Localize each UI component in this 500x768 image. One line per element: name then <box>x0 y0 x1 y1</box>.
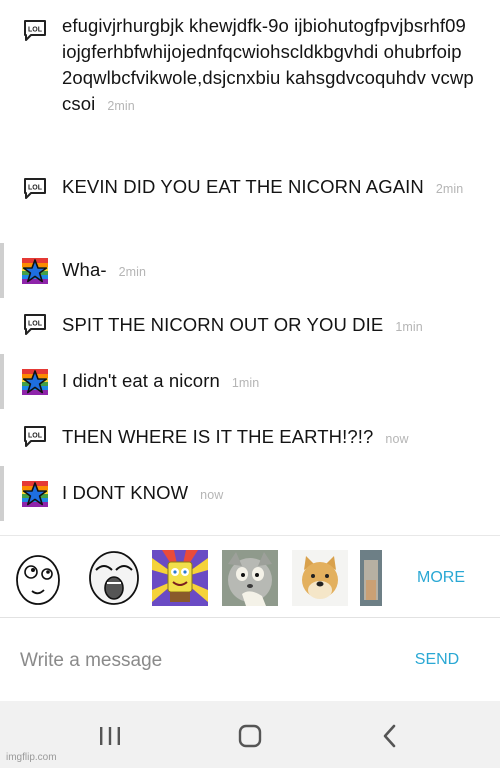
send-button[interactable]: SEND <box>404 648 470 672</box>
chat-message: LOL efugivjrhurgbjk khewjdfk-9o ijbiohut… <box>0 8 500 150</box>
message-text: SPIT THE NICORN OUT OR YOU DIE <box>62 314 384 335</box>
lol-rage-face-sticker[interactable] <box>86 550 142 606</box>
rainbow-star-icon <box>22 258 48 284</box>
chat-message: LOL THEN WHERE IS IT THE EARTH!?!? now <box>0 418 500 458</box>
back-icon[interactable] <box>375 721 405 751</box>
lol-speech-bubble-icon: LOL <box>24 20 46 41</box>
partial-meme-sticker[interactable] <box>360 550 382 606</box>
message-timestamp: now <box>200 488 224 502</box>
chat-message-list: LOL efugivjrhurgbjk khewjdfk-9o ijbiohut… <box>0 0 500 522</box>
message-timestamp: 2min <box>107 99 135 113</box>
message-body: THEN WHERE IS IT THE EARTH!?!? now <box>62 424 484 452</box>
derp-rage-face-sticker[interactable] <box>10 550 66 606</box>
lol-speech-bubble-icon: LOL <box>24 314 46 335</box>
lol-speech-bubble-icon: LOL <box>24 178 46 199</box>
imagination-spongebob-sticker[interactable] <box>152 550 208 606</box>
message-body: I DONT KNOW now <box>62 480 484 508</box>
chat-message: I DONT KNOW now <box>0 466 500 521</box>
imgflip-watermark: imgflip.com <box>6 752 57 763</box>
doge-sticker[interactable] <box>292 550 348 606</box>
message-body: Wha- 2min <box>62 257 484 285</box>
chat-message: Wha- 2min <box>0 243 500 298</box>
chat-message: I didn't eat a nicorn 1min <box>0 354 500 409</box>
message-timestamp: 2min <box>118 265 147 279</box>
message-composer: SEND <box>0 617 500 701</box>
message-text: Wha- <box>62 259 107 280</box>
recent-apps-icon[interactable] <box>95 721 125 751</box>
message-timestamp: 1min <box>231 376 260 390</box>
message-text: I didn't eat a nicorn <box>62 370 220 391</box>
message-timestamp: 1min <box>395 320 423 334</box>
chat-message: LOL SPIT THE NICORN OUT OR YOU DIE 1min <box>0 306 500 346</box>
message-body: I didn't eat a nicorn 1min <box>62 368 484 396</box>
message-text: THEN WHERE IS IT THE EARTH!?!? <box>62 426 374 447</box>
more-stickers-button[interactable]: MORE <box>402 566 480 590</box>
message-input[interactable] <box>20 646 360 676</box>
message-timestamp: now <box>385 432 409 446</box>
rainbow-star-icon <box>22 369 48 395</box>
lol-speech-bubble-icon: LOL <box>24 426 46 447</box>
message-timestamp: 2min <box>435 182 464 196</box>
svg-text:LOL: LOL <box>28 27 43 34</box>
android-navigation-bar <box>0 701 500 768</box>
message-text: KEVIN DID YOU EAT THE NICORN AGAIN <box>62 176 424 197</box>
svg-text:LOL: LOL <box>28 185 43 192</box>
message-body: SPIT THE NICORN OUT OR YOU DIE 1min <box>62 312 484 340</box>
svg-text:LOL: LOL <box>28 433 43 440</box>
rainbow-star-icon <box>22 481 48 507</box>
chat-message: LOL KEVIN DID YOU EAT THE NICORN AGAIN 2m… <box>0 170 500 232</box>
message-body: efugivjrhurgbjk khewjdfk-9o ijbiohutogfp… <box>62 13 484 119</box>
message-text: I DONT KNOW <box>62 482 189 503</box>
home-icon[interactable] <box>235 721 265 751</box>
svg-text:LOL: LOL <box>28 321 43 328</box>
unsettled-tom-sticker[interactable] <box>222 550 278 606</box>
message-body: KEVIN DID YOU EAT THE NICORN AGAIN 2min <box>62 174 484 202</box>
sticker-bar: MORE <box>0 535 500 617</box>
